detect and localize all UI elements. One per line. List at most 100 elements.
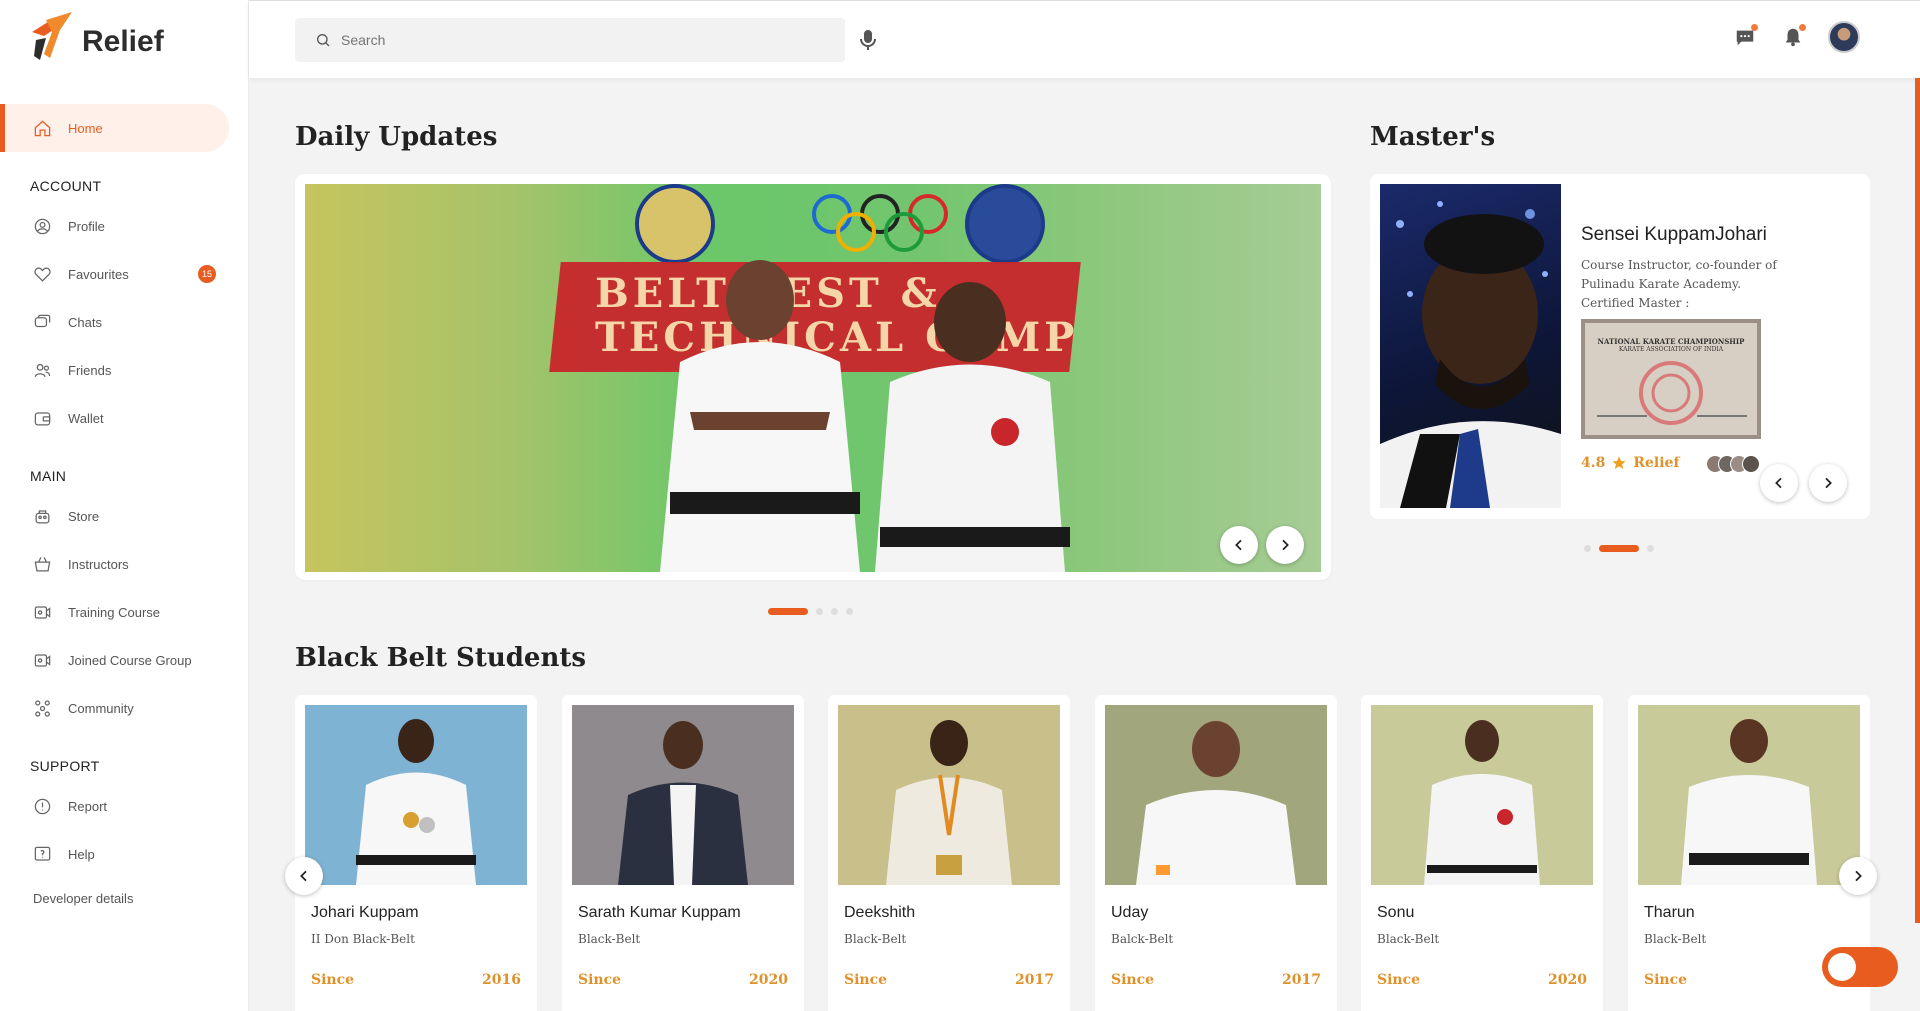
theme-toggle[interactable] (1822, 947, 1898, 987)
certificate-subtitle: KARATE ASSOCIATION OF INDIA (1618, 346, 1724, 353)
sidebar-item-wallet[interactable]: Wallet (0, 394, 249, 442)
student-name: Johari Kuppam (311, 904, 419, 921)
sidebar-item-joined-course-group[interactable]: Joined Course Group (0, 636, 249, 684)
student-since: Since 2017 (838, 972, 1060, 988)
sidebar-item-label: Profile (68, 218, 105, 234)
student-card[interactable]: Johari Kuppam II Don Black-Belt Since 201… (295, 695, 537, 1011)
master-prev-button[interactable] (1760, 464, 1798, 502)
sidebar-item-label: Report (68, 798, 108, 814)
student-rank: II Don Black-Belt (311, 932, 415, 946)
certificate-image[interactable]: NATIONAL KARATE CHAMPIONSHIP KARATE ASSO… (1581, 319, 1761, 439)
chat-icon (32, 312, 52, 332)
sidebar-item-store[interactable]: Store (0, 492, 249, 540)
messages-button[interactable] (1732, 24, 1758, 50)
pagination-dot[interactable] (846, 608, 853, 615)
certificate-emblem (1597, 361, 1747, 425)
help-icon (32, 844, 52, 864)
sidebar-item-label: Home (68, 120, 103, 136)
sidebar-item-instructors[interactable]: Instructors (0, 540, 249, 588)
user-icon (32, 216, 52, 236)
sidebar-item-profile[interactable]: Profile (0, 202, 249, 250)
daily-prev-button[interactable] (1220, 526, 1258, 564)
top-bar (249, 0, 1920, 78)
since-label: Since (578, 972, 622, 988)
video-icon (32, 650, 52, 670)
avatar (1742, 455, 1760, 473)
scrollbar[interactable] (1915, 78, 1920, 923)
master-next-button[interactable] (1809, 464, 1847, 502)
rating-value: 4.8 (1581, 455, 1606, 471)
student-name: Uday (1111, 904, 1149, 921)
chevron-left-icon (300, 870, 307, 882)
user-avatar[interactable] (1828, 21, 1860, 53)
master-portrait (1380, 201, 1561, 508)
student-card[interactable]: Sonu Black-Belt Since 2020 (1361, 695, 1603, 1011)
daily-next-button[interactable] (1266, 526, 1304, 564)
pagination-dot[interactable] (816, 608, 823, 615)
students-carousel: Johari Kuppam II Don Black-Belt Since 201… (295, 695, 1870, 1011)
home-icon (32, 118, 52, 138)
masters-title: Master's (1370, 122, 1496, 152)
search-icon (317, 34, 330, 47)
app-name: Relief (82, 25, 164, 58)
student-card[interactable]: Deekshith Black-Belt Since 2017 (828, 695, 1070, 1011)
sidebar-item-community[interactable]: Community (0, 684, 249, 732)
pagination-dot[interactable] (1584, 545, 1591, 552)
pagination-dot[interactable] (831, 608, 838, 615)
app-logo[interactable]: Relief (26, 10, 164, 66)
sidebar-nav: Home ACCOUNT Profile Favourites 15 Chats… (0, 104, 249, 918)
karateka-figure (875, 282, 1070, 572)
sidebar-item-report[interactable]: Report (0, 782, 249, 830)
since-label: Since (844, 972, 888, 988)
master-description: Course Instructor, co-founder of Pulinad… (1581, 258, 1777, 310)
heart-icon (32, 264, 52, 284)
pagination-dot[interactable] (1599, 545, 1639, 552)
sidebar-item-favourites[interactable]: Favourites 15 (0, 250, 249, 298)
top-actions (1732, 21, 1860, 53)
student-figure (618, 721, 748, 885)
pagination-dot[interactable] (1647, 545, 1654, 552)
students-prev-button[interactable] (285, 857, 323, 895)
student-since: Since 2016 (305, 972, 527, 988)
sidebar-item-home[interactable]: Home (0, 104, 229, 152)
black-belt-students-title: Black Belt Students (295, 643, 587, 673)
master-pagination (1584, 545, 1654, 552)
since-year: 2017 (1282, 972, 1321, 988)
sidebar-item-label: Favourites (68, 266, 129, 282)
sidebar-item-label: Friends (68, 362, 112, 378)
chevron-right-icon (1282, 539, 1289, 551)
karateka-figure (660, 260, 860, 572)
sidebar-item-chats[interactable]: Chats (0, 298, 249, 346)
search-input[interactable] (341, 32, 821, 48)
sidebar-item-help[interactable]: Help (0, 830, 249, 878)
student-card[interactable]: Sarath Kumar Kuppam Black-Belt Since 2020 (562, 695, 804, 1011)
microphone-icon[interactable] (859, 29, 877, 51)
sidebar-item-label: Help (68, 846, 95, 862)
wallet-icon (32, 408, 52, 428)
developer-details-link[interactable]: Developer details (0, 878, 249, 918)
student-name: Deekshith (844, 904, 916, 921)
sidebar-item-label: Instructors (68, 556, 129, 572)
since-label: Since (311, 972, 355, 988)
section-account: ACCOUNT (30, 178, 102, 194)
student-photo (838, 705, 1060, 885)
notifications-button[interactable] (1780, 24, 1806, 50)
federation-seal-logo (965, 184, 1045, 264)
section-main: MAIN (30, 468, 67, 484)
students-next-button[interactable] (1839, 857, 1877, 895)
sidebar-item-friends[interactable]: Friends (0, 346, 249, 394)
student-rank: Black-Belt (1377, 932, 1440, 946)
toggle-knob (1828, 953, 1856, 981)
student-photo (1105, 705, 1327, 885)
sidebar-item-label: Community (68, 700, 134, 716)
since-label: Since (1111, 972, 1155, 988)
section-support: SUPPORT (30, 758, 100, 774)
master-rating: 4.8 Relief (1581, 455, 1679, 471)
student-card[interactable]: Uday Balck-Belt Since 2017 (1095, 695, 1337, 1011)
pagination-dot[interactable] (768, 608, 808, 615)
student-since: Since 2020 (572, 972, 794, 988)
sidebar-item-training-course[interactable]: Training Course (0, 588, 249, 636)
search-bar[interactable] (295, 18, 845, 62)
student-figure (1136, 721, 1296, 885)
chevron-left-icon (1235, 539, 1242, 551)
